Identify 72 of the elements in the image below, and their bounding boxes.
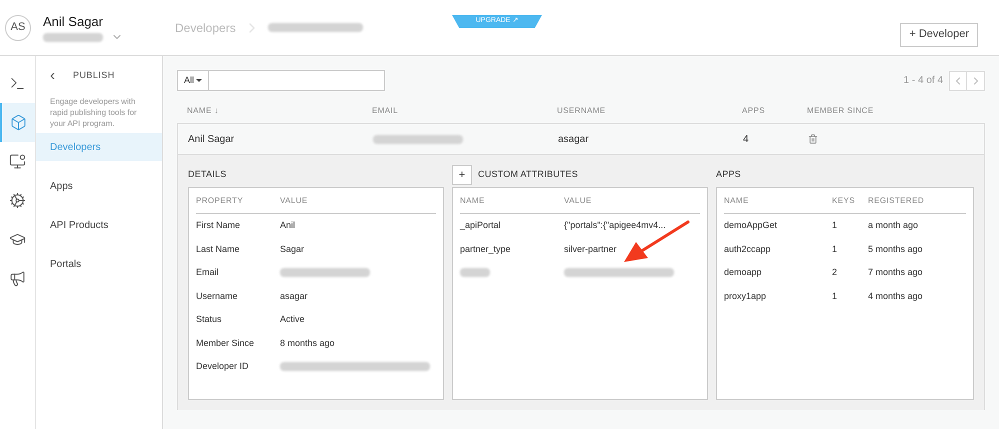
table-cell-text: 2 xyxy=(832,266,838,279)
table-cell-text: Anil Sagar xyxy=(188,132,236,146)
avatar[interactable]: AS xyxy=(5,14,31,40)
property-value: Active xyxy=(280,313,306,326)
next-page-button[interactable] xyxy=(967,70,985,90)
property-label: Last Name xyxy=(196,242,241,256)
column-header: NAME xyxy=(460,194,486,206)
property-value: Sagar xyxy=(280,242,306,256)
property-label: Username xyxy=(196,290,239,302)
table-cell-text: 4 months ago xyxy=(868,290,924,303)
user-name: Anil Sagar xyxy=(43,12,104,31)
graduation-cap-icon xyxy=(9,231,26,248)
property-value: 8 months ago xyxy=(280,336,336,350)
column-header: KEYS xyxy=(832,194,856,206)
add-developer-button[interactable]: + Developer xyxy=(900,22,978,46)
filter-dropdown[interactable]: All xyxy=(177,70,210,91)
table-cell-text: 1 xyxy=(832,219,838,232)
property-value: Anil xyxy=(280,219,296,232)
attribute-name: partner_type xyxy=(460,242,512,256)
pagination-text: 1 - 4 of 4 xyxy=(904,74,943,88)
blurred-text xyxy=(43,32,103,42)
column-header: REGISTERED xyxy=(868,194,926,206)
app-name[interactable]: demoAppGet xyxy=(724,219,832,232)
property-label: Email xyxy=(196,266,220,279)
nav-item[interactable]: Portals xyxy=(36,250,162,278)
property-label: Developer ID xyxy=(196,360,250,373)
table-cell-text: 7 months ago xyxy=(868,266,924,279)
column-header: VALUE xyxy=(564,194,593,206)
column-header: USERNAME xyxy=(557,105,607,117)
panel-title: CUSTOM ATTRIBUTES xyxy=(478,168,578,182)
app-name[interactable]: demoapp xyxy=(724,266,832,280)
back-button[interactable]: ‹ xyxy=(50,64,55,88)
app-name[interactable]: proxy1app xyxy=(724,290,832,303)
property-label: Status xyxy=(196,313,223,326)
megaphone-icon xyxy=(9,270,26,287)
terminal-icon xyxy=(9,75,26,92)
column-header: MEMBER SINCE xyxy=(807,105,875,117)
developer-row[interactable]: Anil Sagar asagar 4 xyxy=(177,123,985,155)
attribute-name: _apiPortal xyxy=(460,219,502,232)
nav-item[interactable]: API Products xyxy=(36,211,162,239)
monitor-icon xyxy=(9,153,26,170)
table-cell-text: 1 xyxy=(832,242,838,256)
column-header: VALUE xyxy=(280,194,309,206)
cube-icon xyxy=(10,114,27,131)
table-cell-text: 5 months ago xyxy=(868,242,924,256)
property-label: First Name xyxy=(196,219,242,232)
previous-page-button[interactable] xyxy=(949,70,967,90)
column-header: EMAIL xyxy=(372,105,400,117)
column-header: NAME xyxy=(724,194,750,206)
column-header: PROPERTY xyxy=(196,194,244,206)
attribute-value: {"portals":{"apigee4mv4... xyxy=(564,219,667,232)
app-name[interactable]: auth2ccapp xyxy=(724,242,832,256)
gear-icon xyxy=(9,192,26,209)
table-cell-text: 1 xyxy=(832,290,838,302)
column-header[interactable]: NAME ↓ xyxy=(187,105,372,117)
search-field[interactable] xyxy=(209,70,386,91)
table-cell-text: a month ago xyxy=(868,219,920,232)
property-label: Member Since xyxy=(196,336,256,350)
attribute-value: silver-partner xyxy=(564,242,618,256)
property-value: asagar xyxy=(280,290,309,303)
trash-icon[interactable] xyxy=(808,134,818,144)
caret-icon xyxy=(196,79,202,82)
blurred-text xyxy=(460,268,490,278)
add-attribute-button[interactable]: + xyxy=(452,165,472,185)
panel-title: DETAILS xyxy=(188,168,228,182)
table-cell-text: 4 xyxy=(743,132,750,146)
table-cell-text: asagar xyxy=(558,132,590,146)
panel-title: APPS xyxy=(716,168,742,182)
section-title: PUBLISH xyxy=(73,69,115,82)
column-header: APPS xyxy=(742,105,766,117)
section-description: Engage developers with rapid publishing tools for your API program. xyxy=(49,96,138,129)
nav-item[interactable]: Apps xyxy=(36,172,162,200)
